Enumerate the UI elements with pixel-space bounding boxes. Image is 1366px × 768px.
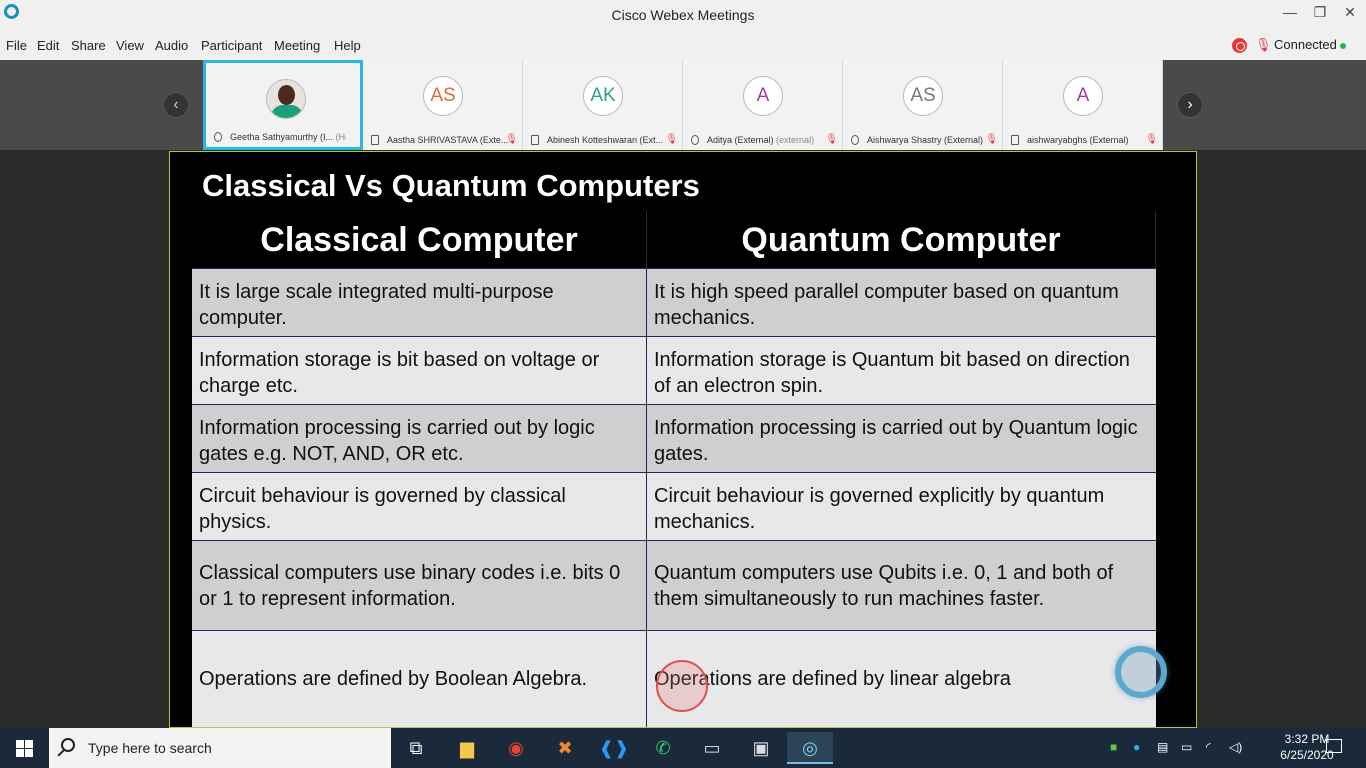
headset-icon [851,135,859,145]
participant-tile[interactable]: Geetha Sathyamurthy (I... (Host... [203,60,363,150]
table-cell: Information storage is Quantum bit based… [647,337,1156,404]
participant-tile[interactable]: AS Aastha SHRIVASTAVA (Exte... 🎙 [363,60,523,150]
muted-mic-icon[interactable]: 🎙 [1255,37,1272,53]
table-cell: Information storage is bit based on volt… [192,337,647,404]
webex-tray-icon[interactable]: ● [1133,740,1140,754]
table-cell: It is high speed parallel computer based… [647,269,1156,336]
pointer-highlight-icon [656,660,708,712]
search-placeholder: Type here to search [88,740,212,756]
table-cell: Quantum computers use Qubits i.e. 0, 1 a… [647,541,1156,630]
table-row: It is large scale integrated multi-purpo… [192,269,1156,337]
table-cell: Classical computers use binary codes i.e… [192,541,647,630]
phone-icon [1011,135,1019,145]
muted-mic-icon[interactable]: 🎙 [985,134,998,145]
table-row: Information processing is carried out by… [192,405,1156,473]
connection-status: Connected [1274,37,1337,52]
terminal-icon[interactable]: ▣ [745,732,777,764]
menu-help[interactable]: Help [334,38,361,53]
participant-tag: (Host... [335,132,346,142]
shared-content-area: Classical Vs Quantum Computers Classical… [0,150,1366,728]
participant-strip: ‹ Geetha Sathyamurthy (I... (Host... AS … [0,60,1366,150]
participant-name: aishwaryabghs (External) [1027,135,1129,145]
table-cell: Information processing is carried out by… [647,405,1156,472]
muted-mic-icon[interactable]: 🎙 [1145,134,1158,145]
maximize-button[interactable]: ❐ [1305,4,1335,24]
avatar [266,79,306,119]
avatar: AS [423,76,463,116]
snipping-tool-icon[interactable]: ▭ [696,732,728,764]
muted-mic-icon[interactable]: 🎙 [505,134,518,145]
headset-icon [214,132,222,142]
xampp-icon[interactable]: ✖ [549,732,581,764]
comparison-table: Classical Computer Quantum Computer It i… [192,211,1156,727]
participant-name: Aastha SHRIVASTAVA (Exte... [387,135,508,145]
webex-floating-orb-icon[interactable] [1115,646,1167,698]
participant-name: Aishwarya Shastry (External) [867,135,984,145]
muted-mic-icon[interactable]: 🎙 [665,134,678,145]
table-cell: Circuit behaviour is governed by classic… [192,473,647,540]
phone-icon [531,135,539,145]
table-header-cell: Classical Computer [192,211,647,268]
participant-name: Geetha Sathyamurthy (I... [230,132,334,142]
table-row: Circuit behaviour is governed by classic… [192,473,1156,541]
menu-view[interactable]: View [116,38,144,53]
table-header-row: Classical Computer Quantum Computer [192,211,1156,269]
connection-dot-icon [1340,43,1346,49]
battery-icon[interactable]: ▭ [1181,740,1192,754]
table-cell: Circuit behaviour is governed explicitly… [647,473,1156,540]
windows-start-button[interactable] [0,728,48,768]
chrome-icon[interactable]: ◉ [500,732,532,764]
presentation-slide: Classical Vs Quantum Computers Classical… [169,151,1197,728]
search-icon [61,738,75,752]
menu-share[interactable]: Share [71,38,106,53]
participant-tag: (external) [776,135,815,145]
whatsapp-icon[interactable]: ✆ [647,732,679,764]
table-row: Information storage is bit based on volt… [192,337,1156,405]
table-cell: Operations are defined by Boolean Algebr… [192,631,647,727]
window-title: Cisco Webex Meetings [611,7,755,23]
vscode-icon[interactable]: ❰❱ [598,732,630,764]
volume-icon[interactable]: ◁) [1229,740,1242,754]
participant-name: Aditya (External) [707,135,774,145]
avatar: A [1063,76,1103,116]
slide-title: Classical Vs Quantum Computers [202,168,700,203]
title-bar: Cisco Webex Meetings — ❐ ✕ [0,0,1366,34]
participant-tile[interactable]: A Aditya (External) (external) 🎙 [683,60,843,150]
menu-bar: File Edit Share View Audio Participant M… [0,34,1366,60]
table-cell: It is large scale integrated multi-purpo… [192,269,647,336]
table-cell: Information processing is carried out by… [192,405,647,472]
participant-tile[interactable]: AS Aishwarya Shastry (External) 🎙 [843,60,1003,150]
menu-participant[interactable]: Participant [201,38,262,53]
table-row: Classical computers use binary codes i.e… [192,541,1156,631]
minimize-button[interactable]: — [1275,4,1305,24]
avatar: AK [583,76,623,116]
phone-icon [371,135,379,145]
muted-mic-icon[interactable]: 🎙 [825,134,838,145]
menu-audio[interactable]: Audio [155,38,188,53]
table-cell: Operations are defined by linear algebra [647,631,1156,727]
chevron-left-icon[interactable]: ‹ [163,92,189,118]
recording-icon[interactable] [1232,38,1247,53]
wifi-icon[interactable]: ◜ [1206,740,1211,754]
participant-tile[interactable]: AK Abinesh Kotteshwaran (Ext... 🎙 [523,60,683,150]
headset-icon [691,135,699,145]
participant-tile[interactable]: A aishwaryabghs (External) 🎙 [1003,60,1163,150]
avatar: AS [903,76,943,116]
table-header-cell: Quantum Computer [647,211,1156,268]
menu-file[interactable]: File [6,38,27,53]
display-icon[interactable]: ▤ [1157,740,1168,754]
close-button[interactable]: ✕ [1335,4,1365,24]
avatar: A [743,76,783,116]
tray-app-icon[interactable]: ■ [1110,740,1117,754]
taskbar-search-box[interactable]: Type here to search [49,728,391,768]
menu-edit[interactable]: Edit [37,38,59,53]
menu-meeting[interactable]: Meeting [274,38,320,53]
task-view-icon[interactable]: ⧉ [400,732,432,764]
chevron-right-icon[interactable]: › [1177,92,1203,118]
webex-taskbar-icon[interactable]: ◎ [787,732,833,764]
taskbar: Type here to search ⧉ ▆ ◉ ✖ ❰❱ ✆ ▭ ▣ ◎ ■… [0,728,1366,768]
notification-icon[interactable] [1326,739,1342,753]
participant-name: Abinesh Kotteshwaran (Ext... [547,135,664,145]
file-explorer-icon[interactable]: ▆ [451,732,483,764]
